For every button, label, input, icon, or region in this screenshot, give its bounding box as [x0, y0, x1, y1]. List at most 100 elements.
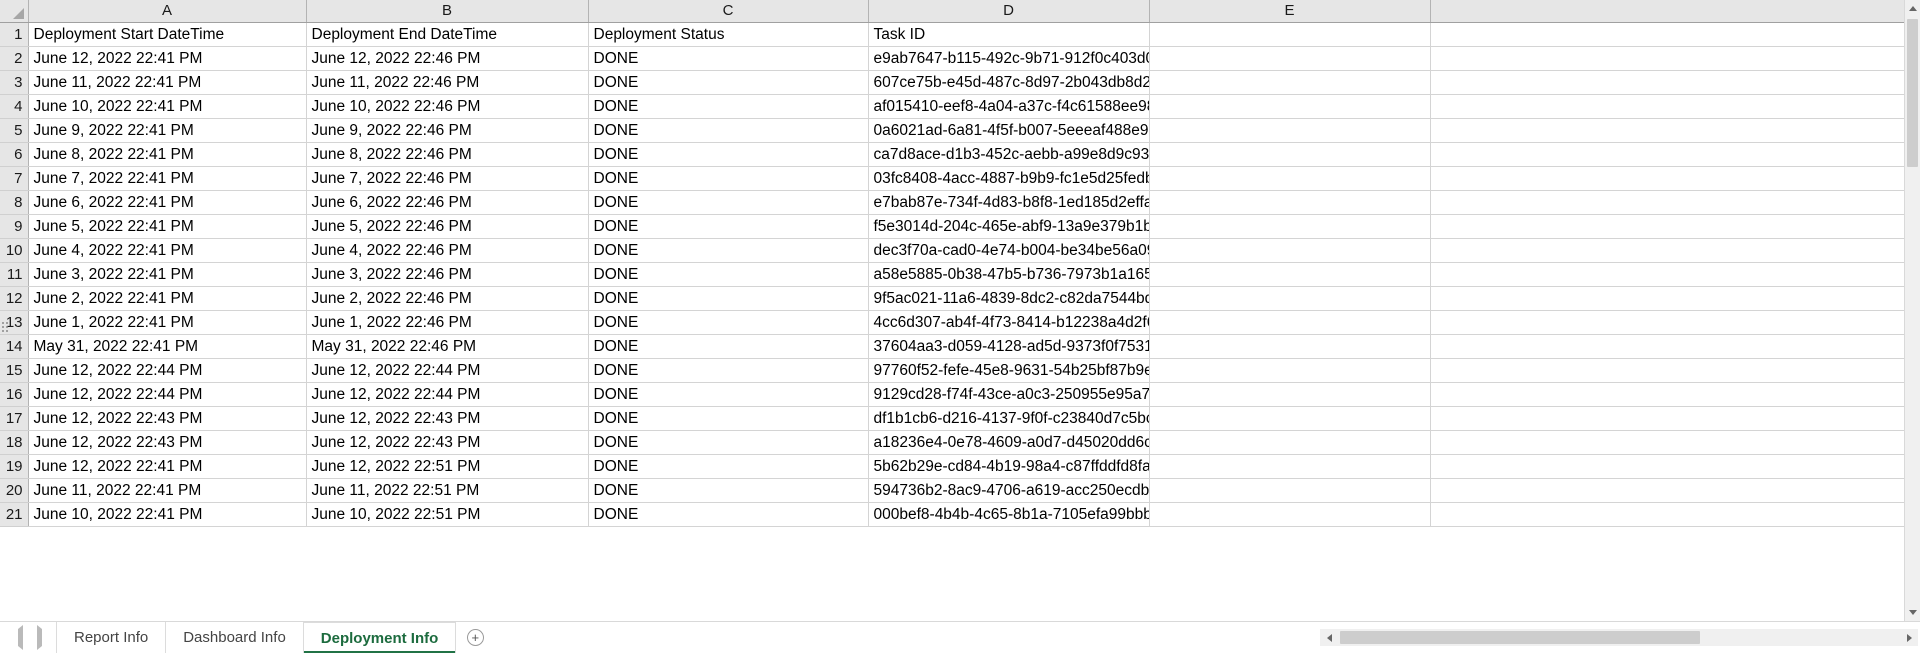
- cell-start-datetime[interactable]: June 1, 2022 22:41 PM: [28, 310, 307, 335]
- cell-end-datetime[interactable]: June 12, 2022 22:43 PM: [306, 406, 589, 431]
- cell-overflow[interactable]: [1430, 190, 1904, 215]
- cell-empty-e[interactable]: [1149, 430, 1431, 455]
- previous-sheet-button[interactable]: [18, 624, 23, 650]
- cell-start-datetime[interactable]: June 12, 2022 22:41 PM: [28, 46, 307, 71]
- cell-status[interactable]: DONE: [588, 238, 869, 263]
- cell-end-datetime[interactable]: June 12, 2022 22:46 PM: [306, 46, 589, 71]
- cell-task-id[interactable]: 594736b2-8ac9-4706-a619-acc250ecdba4: [868, 478, 1150, 503]
- row-header[interactable]: 4: [0, 94, 29, 119]
- cell-overflow[interactable]: [1430, 358, 1904, 383]
- cell-end-datetime[interactable]: June 12, 2022 22:43 PM: [306, 430, 589, 455]
- cell-overflow[interactable]: [1430, 262, 1904, 287]
- cell-empty-e[interactable]: [1149, 454, 1431, 479]
- cell-overflow[interactable]: [1430, 70, 1904, 95]
- row-header[interactable]: 11: [0, 262, 29, 287]
- column-header-c[interactable]: C: [588, 0, 869, 23]
- cell-start-datetime[interactable]: June 2, 2022 22:41 PM: [28, 286, 307, 311]
- cell-c1[interactable]: Deployment Status: [588, 22, 869, 47]
- cell-start-datetime[interactable]: June 6, 2022 22:41 PM: [28, 190, 307, 215]
- cell-end-datetime[interactable]: June 5, 2022 22:46 PM: [306, 214, 589, 239]
- cell-empty-e[interactable]: [1149, 286, 1431, 311]
- cell-empty-e[interactable]: [1149, 238, 1431, 263]
- cell-d1[interactable]: Task ID: [868, 22, 1150, 47]
- row-header[interactable]: 15: [0, 358, 29, 383]
- cell-status[interactable]: DONE: [588, 358, 869, 383]
- column-header-b[interactable]: B: [306, 0, 589, 23]
- row-header[interactable]: 19: [0, 454, 29, 479]
- row-header[interactable]: 17: [0, 406, 29, 431]
- vertical-scroll-thumb[interactable]: [1907, 19, 1918, 167]
- row-header[interactable]: 12: [0, 286, 29, 311]
- cell-a1[interactable]: Deployment Start DateTime: [28, 22, 307, 47]
- cell-empty-e[interactable]: [1149, 166, 1431, 191]
- cell-start-datetime[interactable]: June 5, 2022 22:41 PM: [28, 214, 307, 239]
- row-header[interactable]: 9: [0, 214, 29, 239]
- cell-empty-e[interactable]: [1149, 334, 1431, 359]
- row-header[interactable]: 21: [0, 502, 29, 527]
- cell-empty-e[interactable]: [1149, 310, 1431, 335]
- cell-status[interactable]: DONE: [588, 454, 869, 479]
- cell-overflow[interactable]: [1430, 94, 1904, 119]
- cell-status[interactable]: DONE: [588, 262, 869, 287]
- cell-end-datetime[interactable]: June 10, 2022 22:46 PM: [306, 94, 589, 119]
- cell-task-id[interactable]: 37604aa3-d059-4128-ad5d-9373f0f75317: [868, 334, 1150, 359]
- tab-split-handle[interactable]: [2, 321, 1320, 653]
- cell-status[interactable]: DONE: [588, 406, 869, 431]
- cell-overflow[interactable]: [1430, 310, 1904, 335]
- cell-status[interactable]: DONE: [588, 310, 869, 335]
- cell-start-datetime[interactable]: June 12, 2022 22:43 PM: [28, 406, 307, 431]
- cell-empty-e[interactable]: [1149, 94, 1431, 119]
- cell-start-datetime[interactable]: June 12, 2022 22:43 PM: [28, 430, 307, 455]
- cell-end-datetime[interactable]: June 8, 2022 22:46 PM: [306, 142, 589, 167]
- cell-end-datetime[interactable]: June 6, 2022 22:46 PM: [306, 190, 589, 215]
- cell-status[interactable]: DONE: [588, 142, 869, 167]
- cell-overflow[interactable]: [1430, 454, 1904, 479]
- cell-end-datetime[interactable]: June 2, 2022 22:46 PM: [306, 286, 589, 311]
- cell-task-id[interactable]: a58e5885-0b38-47b5-b736-7973b1a165b3: [868, 262, 1150, 287]
- cell-status[interactable]: DONE: [588, 334, 869, 359]
- row-header[interactable]: 2: [0, 46, 29, 71]
- cell-empty-e[interactable]: [1149, 478, 1431, 503]
- row-header[interactable]: 10: [0, 238, 29, 263]
- cell-task-id[interactable]: df1b1cb6-d216-4137-9f0f-c23840d7c5bc: [868, 406, 1150, 431]
- horizontal-scrollbar[interactable]: [1320, 622, 1920, 653]
- cell-b1[interactable]: Deployment End DateTime: [306, 22, 589, 47]
- column-header-e[interactable]: E: [1149, 0, 1431, 23]
- cell-overflow[interactable]: [1430, 118, 1904, 143]
- next-sheet-button[interactable]: [37, 624, 42, 650]
- row-header[interactable]: 5: [0, 118, 29, 143]
- cell-empty-e[interactable]: [1149, 502, 1431, 527]
- row-header[interactable]: 7: [0, 166, 29, 191]
- cell-empty-e[interactable]: [1149, 46, 1431, 71]
- cell-task-id[interactable]: 5b62b29e-cd84-4b19-98a4-c87ffddfd8fa: [868, 454, 1150, 479]
- worksheet-scroll-viewport[interactable]: A B C D E 1 Deployment Start DateTime De…: [0, 0, 1904, 621]
- cell-end-datetime[interactable]: June 12, 2022 22:44 PM: [306, 382, 589, 407]
- cell-task-id[interactable]: 607ce75b-e45d-487c-8d97-2b043db8d22a: [868, 70, 1150, 95]
- cell-overflow[interactable]: [1430, 478, 1904, 503]
- column-header-d[interactable]: D: [868, 0, 1150, 23]
- cell-end-datetime[interactable]: June 3, 2022 22:46 PM: [306, 262, 589, 287]
- cell-empty-e[interactable]: [1149, 358, 1431, 383]
- scroll-down-button[interactable]: [1905, 604, 1920, 621]
- cell-empty-e[interactable]: [1149, 190, 1431, 215]
- cell-end-datetime[interactable]: June 10, 2022 22:51 PM: [306, 502, 589, 527]
- cell-status[interactable]: DONE: [588, 70, 869, 95]
- scroll-right-button[interactable]: [1900, 629, 1918, 646]
- cell-task-id[interactable]: 4cc6d307-ab4f-4f73-8414-b12238a4d2f6: [868, 310, 1150, 335]
- cell-start-datetime[interactable]: June 3, 2022 22:41 PM: [28, 262, 307, 287]
- cell-empty-e[interactable]: [1149, 406, 1431, 431]
- row-header[interactable]: 20: [0, 478, 29, 503]
- cell-status[interactable]: DONE: [588, 382, 869, 407]
- cell-task-id[interactable]: 9129cd28-f74f-43ce-a0c3-250955e95a75: [868, 382, 1150, 407]
- cell-task-id[interactable]: e9ab7647-b115-492c-9b71-912f0c403d04: [868, 46, 1150, 71]
- cell-overflow[interactable]: [1430, 46, 1904, 71]
- cell-empty-e[interactable]: [1149, 70, 1431, 95]
- row-header[interactable]: 16: [0, 382, 29, 407]
- scroll-left-button[interactable]: [1320, 629, 1338, 646]
- row-header[interactable]: 14: [0, 334, 29, 359]
- cell-end-datetime[interactable]: June 12, 2022 22:44 PM: [306, 358, 589, 383]
- cell-overflow[interactable]: [1430, 502, 1904, 527]
- cell-status[interactable]: DONE: [588, 94, 869, 119]
- cell-overflow[interactable]: [1430, 166, 1904, 191]
- cell-start-datetime[interactable]: May 31, 2022 22:41 PM: [28, 334, 307, 359]
